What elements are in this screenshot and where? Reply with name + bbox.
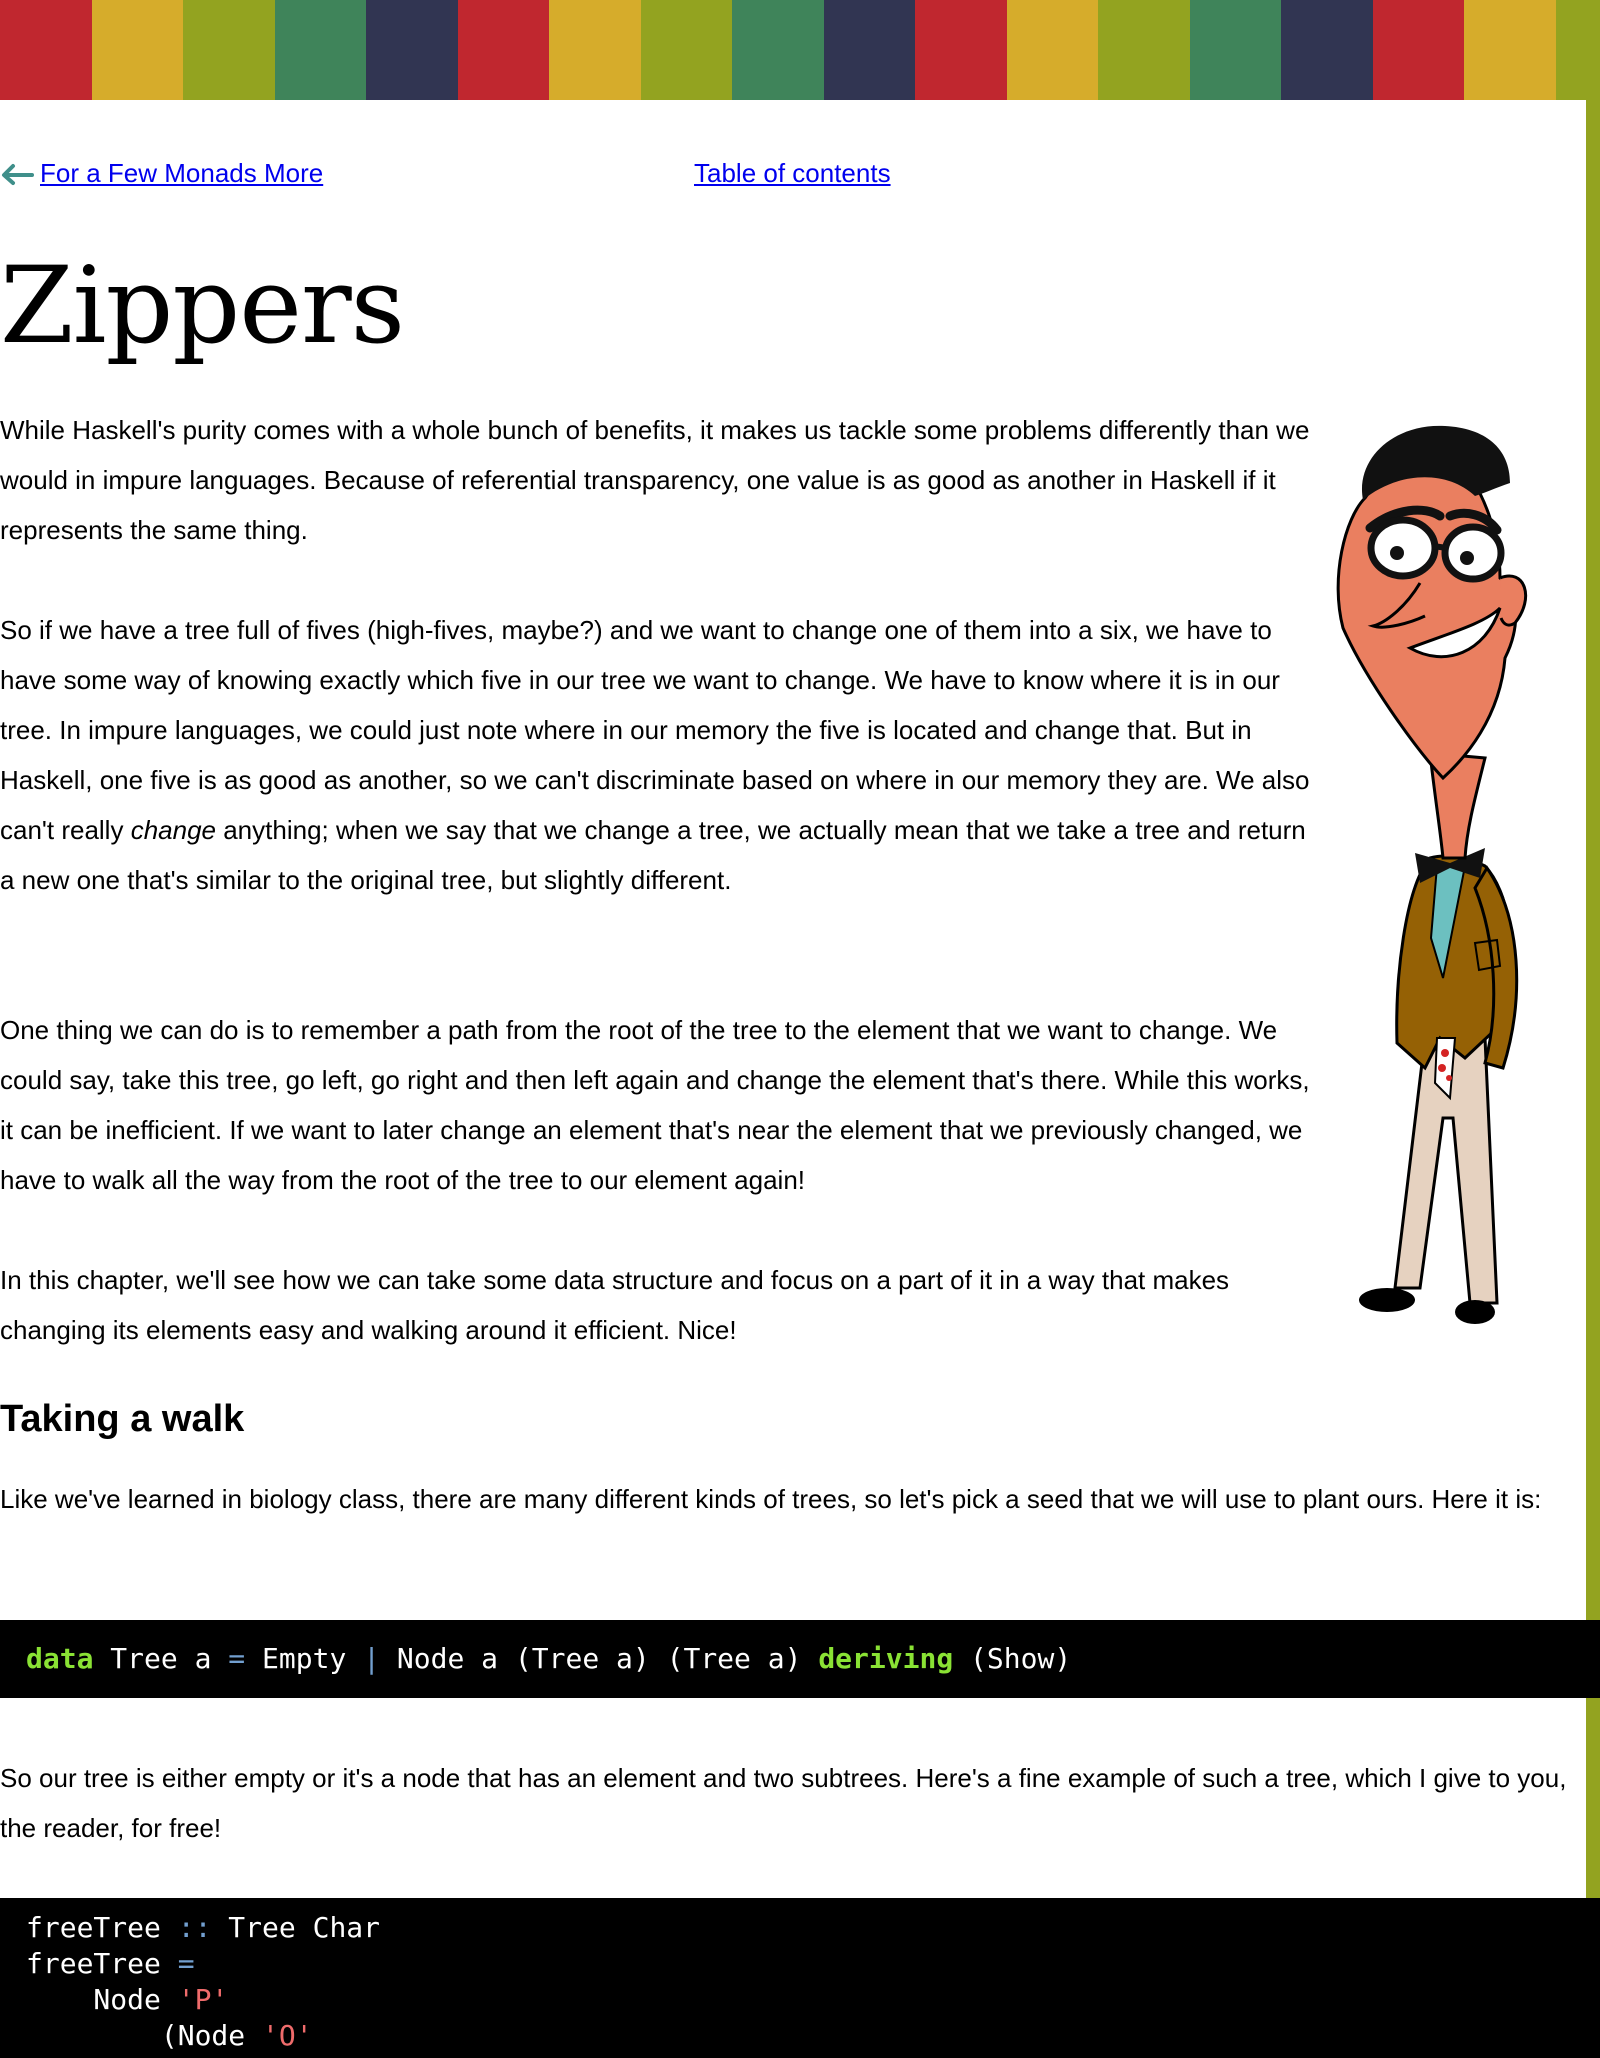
stripe-segment <box>824 0 916 100</box>
stripe-segment <box>915 0 1007 100</box>
intro-paragraph-1: While Haskell's purity comes with a whol… <box>0 405 1320 555</box>
code-keyword: data <box>26 1642 93 1675</box>
code-token: Tree Char <box>211 1911 380 1944</box>
color-stripe-banner <box>0 0 1600 100</box>
cartoon-man-with-glasses-illustration <box>1325 418 1585 1338</box>
intro-paragraph-2: So if we have a tree full of fives (high… <box>0 605 1310 905</box>
code-token: Empty <box>245 1642 363 1675</box>
code-string: 'P' <box>178 1983 229 2016</box>
code-block-tree-definition: data Tree a = Empty | Node a (Tree a) (T… <box>0 1620 1600 1698</box>
intro-paragraph-4: In this chapter, we'll see how we can ta… <box>0 1255 1300 1355</box>
stripe-segment <box>366 0 458 100</box>
left-arrow-icon[interactable] <box>0 161 34 187</box>
code-token: Node a (Tree a) (Tree a) <box>380 1642 818 1675</box>
stripe-segment <box>641 0 733 100</box>
page-content: For a Few Monads More Table of contents … <box>0 100 1586 2048</box>
stripe-segment <box>0 0 92 100</box>
code-token: Node <box>26 1983 178 2016</box>
code-token: freeTree <box>26 1911 178 1944</box>
page-title: Zippers <box>0 246 404 366</box>
stripe-segment <box>1464 0 1556 100</box>
section-paragraph-2: So our tree is either empty or it's a no… <box>0 1753 1586 1853</box>
code-token: freeTree <box>26 1947 178 1980</box>
stripe-segment <box>549 0 641 100</box>
stripe-segment <box>1190 0 1282 100</box>
stripe-segment <box>92 0 184 100</box>
right-edge-bar <box>1586 0 1600 2048</box>
intro-paragraph-3: One thing we can do is to remember a pat… <box>0 1005 1320 1205</box>
stripe-segment <box>275 0 367 100</box>
intro-paragraph-2-text-a: So if we have a tree full of fives (high… <box>0 615 1309 845</box>
table-of-contents-link[interactable]: Table of contents <box>694 158 891 189</box>
code-token: Tree a <box>93 1642 228 1675</box>
code-operator: :: <box>178 1911 212 1944</box>
stripe-segment <box>1098 0 1190 100</box>
stripe-segment <box>458 0 550 100</box>
prev-chapter-link[interactable]: For a Few Monads More <box>40 158 323 189</box>
chapter-navigation: For a Few Monads More Table of contents <box>0 158 1586 198</box>
code-token: (Show) <box>953 1642 1071 1675</box>
code-block-free-tree: freeTree :: Tree Char freeTree = Node 'P… <box>0 1898 1600 2058</box>
section-paragraph-1: Like we've learned in biology class, the… <box>0 1474 1560 1524</box>
stripe-segment <box>1373 0 1465 100</box>
stripe-segment <box>183 0 275 100</box>
emphasis-change: change <box>131 815 216 845</box>
code-token: (Node <box>26 2019 262 2052</box>
stripe-segment <box>1281 0 1373 100</box>
code-operator: | <box>363 1642 380 1675</box>
section-heading-taking-a-walk: Taking a walk <box>0 1394 244 1444</box>
code-string: 'O' <box>262 2019 313 2052</box>
stripe-segment <box>732 0 824 100</box>
code-keyword: deriving <box>818 1642 953 1675</box>
prev-chapter-nav: For a Few Monads More <box>0 158 323 189</box>
stripe-segment <box>1007 0 1099 100</box>
code-operator: = <box>228 1642 245 1675</box>
code-operator: = <box>178 1947 195 1980</box>
